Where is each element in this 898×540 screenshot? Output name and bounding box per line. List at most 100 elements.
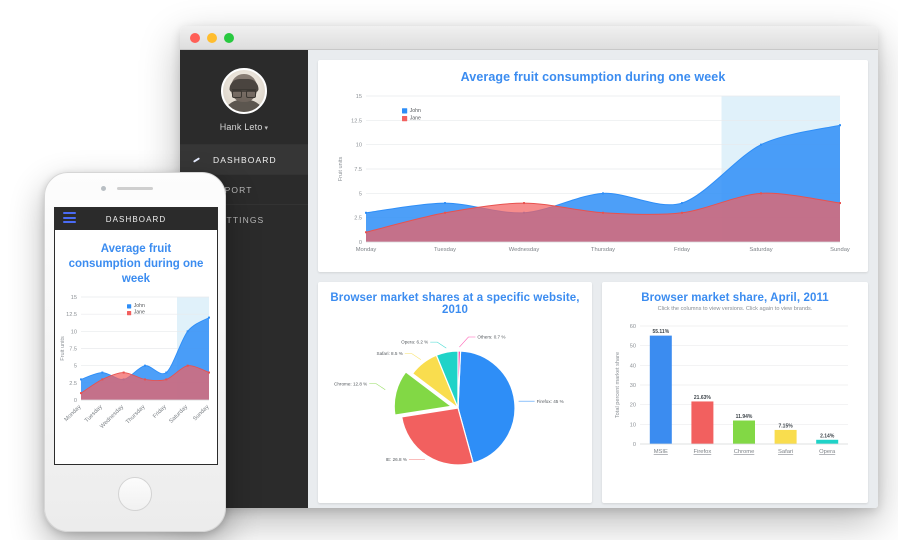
svg-text:Monday: Monday xyxy=(356,247,377,253)
desktop-window: Hank Leto ▾ DASHBOARD IMPORT SETTINGS Av… xyxy=(180,26,878,508)
svg-text:15: 15 xyxy=(71,295,77,301)
fruit-area-chart[interactable]: 0 2.5 5 7.5 10 12.5 15 Monday Tuesday Wednesday Th… xyxy=(330,86,856,264)
svg-text:40: 40 xyxy=(630,363,636,369)
phone-bottom-bezel xyxy=(45,463,225,531)
sidebar-profile[interactable]: Hank Leto ▾ xyxy=(180,50,308,144)
svg-text:10: 10 xyxy=(356,143,362,149)
bar-category-label: Chrome xyxy=(734,449,755,455)
sidebar-item-dashboard-label: DASHBOARD xyxy=(213,154,277,165)
svg-text:John: John xyxy=(410,108,421,114)
bar-category-label: Firefox xyxy=(694,449,712,455)
pie-slice-label: Safari: 8.5 % xyxy=(377,351,403,356)
svg-text:0: 0 xyxy=(74,398,77,404)
pie-chart-title: Browser market shares at a specific webs… xyxy=(330,292,580,316)
svg-text:Tuesday: Tuesday xyxy=(434,247,456,253)
svg-text:Friday: Friday xyxy=(152,404,168,420)
svg-text:50: 50 xyxy=(630,344,636,350)
svg-text:12.5: 12.5 xyxy=(351,118,362,124)
y-axis-label: Fruit units xyxy=(338,157,344,182)
svg-text:0: 0 xyxy=(359,240,362,246)
pie-slice-label: Chrome: 12.8 % xyxy=(334,381,367,386)
svg-text:Thursday: Thursday xyxy=(591,247,615,253)
phone-fruit-area-chart[interactable]: 02.557.51012.515Monday TuesdayWednesday Th… xyxy=(55,291,217,436)
bar-column xyxy=(691,401,714,444)
svg-text:30: 30 xyxy=(630,383,636,389)
phone-chart-title: Average fruit consumption during one wee… xyxy=(68,243,204,285)
pie-slice-label: IE: 26.8 % xyxy=(386,457,407,462)
phone-header: DASHBOARD xyxy=(55,208,217,230)
profile-name-row: Hank Leto ▾ xyxy=(180,122,308,132)
profile-name: Hank Leto xyxy=(219,122,263,132)
bottom-row: Browser market shares at a specific webs… xyxy=(318,282,868,503)
bar-category-label: Safari xyxy=(778,449,793,455)
fruit-chart-title: Average fruit consumption during one wee… xyxy=(460,70,726,84)
bar-data-label: 55.11% xyxy=(652,329,669,335)
phone-screen: DASHBOARD Average fruit consumption duri… xyxy=(54,207,218,465)
chevron-down-icon[interactable]: ▾ xyxy=(265,125,269,132)
svg-text:5: 5 xyxy=(74,364,77,370)
home-button[interactable] xyxy=(118,477,152,511)
minimize-window-button[interactable] xyxy=(207,32,217,43)
bar-data-label: 21.63% xyxy=(694,395,712,401)
front-camera-icon xyxy=(101,186,106,191)
svg-text:60: 60 xyxy=(630,324,636,330)
svg-text:2.5: 2.5 xyxy=(354,216,362,222)
svg-text:7.5: 7.5 xyxy=(354,167,362,173)
pie-slice-label: Firefox: 45 % xyxy=(537,399,564,404)
svg-text:Friday: Friday xyxy=(674,247,690,253)
gauge-icon xyxy=(190,153,206,167)
svg-text:Wednesday: Wednesday xyxy=(509,247,540,253)
svg-text:7.5: 7.5 xyxy=(69,347,77,353)
y-axis-label: Fruit units xyxy=(60,336,66,361)
pie-slice-label: Opera: 6.2 % xyxy=(401,340,428,345)
bar-data-label: 11.94% xyxy=(736,414,753,420)
bar-column xyxy=(649,335,672,444)
phone-device: DASHBOARD Average fruit consumption duri… xyxy=(44,172,226,532)
svg-text:Tuesday: Tuesday xyxy=(84,404,104,424)
svg-text:Saturday: Saturday xyxy=(168,404,189,425)
hamburger-icon[interactable] xyxy=(63,212,76,226)
bar-chart-title: Browser market share, April, 2011 xyxy=(641,292,829,304)
svg-text:10: 10 xyxy=(630,422,636,428)
bar-category-label: MSIE xyxy=(654,449,668,455)
svg-text:Jane: Jane xyxy=(134,310,145,316)
browser-pie-chart[interactable]: Firefox: 45 % IE: 26.8 % Chrome: 12.8 % Saf… xyxy=(326,316,584,488)
svg-text:15: 15 xyxy=(356,94,362,100)
svg-text:Thursday: Thursday xyxy=(125,404,146,425)
svg-text:Sunday: Sunday xyxy=(192,404,210,422)
svg-text:Jane: Jane xyxy=(410,116,421,122)
svg-text:12.5: 12.5 xyxy=(66,312,77,318)
phone-top-bezel xyxy=(45,173,225,207)
bar-data-label: 2.14% xyxy=(820,433,835,439)
card-pie-chart: Browser market shares at a specific webs… xyxy=(318,282,592,503)
card-bar-chart: Browser market share, April, 2011 Click … xyxy=(602,282,868,503)
maximize-window-button[interactable] xyxy=(224,32,234,43)
window-body: Hank Leto ▾ DASHBOARD IMPORT SETTINGS Av… xyxy=(180,50,878,508)
bar-data-label: 7.15% xyxy=(779,423,794,429)
card-fruit-chart: Average fruit consumption during one wee… xyxy=(318,60,868,272)
svg-text:2.5: 2.5 xyxy=(69,381,77,387)
phone-header-title: DASHBOARD xyxy=(105,214,167,224)
browser-bar-chart[interactable]: 0 10 20 30 40 50 60 55.11% MSIE 21.63% Firefox 11.9… xyxy=(610,312,858,470)
sidebar-item-dashboard[interactable]: DASHBOARD xyxy=(180,144,308,174)
window-titlebar[interactable] xyxy=(180,26,878,50)
svg-text:20: 20 xyxy=(630,403,636,409)
svg-text:10: 10 xyxy=(71,329,77,335)
bar-column xyxy=(774,429,797,444)
bar-column xyxy=(733,420,755,444)
svg-text:Sunday: Sunday xyxy=(830,247,850,253)
pie-slice-label: Others: 0.7 % xyxy=(477,335,505,340)
svg-text:Monday: Monday xyxy=(64,404,83,423)
bar-column xyxy=(816,439,839,444)
avatar xyxy=(221,68,267,114)
bar-y-axis-label: Total percent market share xyxy=(615,352,621,418)
svg-text:5: 5 xyxy=(359,191,362,197)
screenshot-stage: Hank Leto ▾ DASHBOARD IMPORT SETTINGS Av… xyxy=(0,0,898,540)
content-area: Average fruit consumption during one wee… xyxy=(308,50,878,508)
earpiece-speaker xyxy=(117,187,153,190)
svg-text:Saturday: Saturday xyxy=(749,247,772,253)
close-window-button[interactable] xyxy=(190,32,200,43)
svg-text:John: John xyxy=(134,303,145,309)
svg-text:0: 0 xyxy=(633,442,636,448)
bar-category-label: Opera xyxy=(819,449,836,455)
